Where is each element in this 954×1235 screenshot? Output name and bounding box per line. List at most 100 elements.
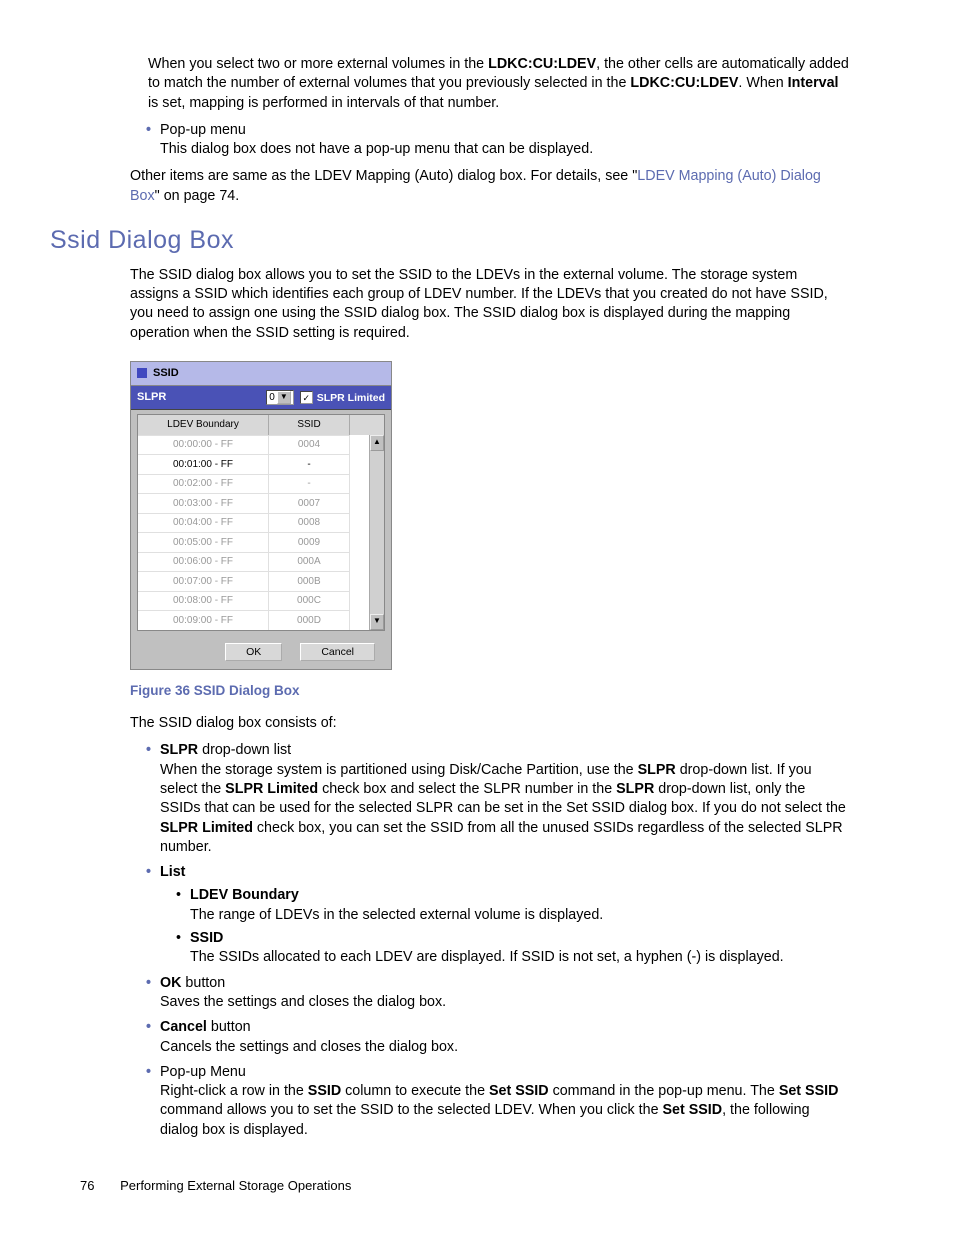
chevron-down-icon: ▼ bbox=[277, 391, 291, 404]
bullet-popup-menu-2: •Pop-up Menu bbox=[146, 1063, 904, 1082]
cell-ssid: 0004 bbox=[269, 435, 350, 455]
figure-caption: Figure 36 SSID Dialog Box bbox=[130, 682, 904, 700]
bold-ldkc: LDKC:CU:LDEV bbox=[488, 56, 596, 72]
col-ssid: SSID bbox=[269, 415, 350, 435]
subbullet-ldev-boundary: •LDEV Boundary bbox=[176, 886, 904, 905]
table-row[interactable]: 00:02:00 - FF- bbox=[138, 474, 384, 494]
text: " on page 74. bbox=[155, 188, 240, 204]
bullet-ok: •OK button bbox=[146, 974, 904, 993]
slpr-limited-label: SLPR Limited bbox=[317, 391, 385, 405]
table-row[interactable]: 00:00:00 - FF0004 bbox=[138, 435, 384, 455]
bullet-dot: • bbox=[146, 1063, 160, 1082]
cell-ssid: 0007 bbox=[269, 493, 350, 513]
cell-ldev: 00:01:00 - FF bbox=[138, 454, 269, 474]
scroll-down-icon[interactable]: ▼ bbox=[370, 614, 384, 630]
bullet-cancel: •Cancel button bbox=[146, 1018, 904, 1037]
ok-button[interactable]: OK bbox=[225, 643, 282, 661]
scroll-up-icon[interactable]: ▲ bbox=[370, 435, 384, 451]
ssid-intro-paragraph: The SSID dialog box allows you to set th… bbox=[130, 266, 849, 343]
bold: SLPR Limited bbox=[225, 781, 318, 797]
chapter-name: Performing External Storage Operations bbox=[120, 1178, 351, 1193]
text: When the storage system is partitioned u… bbox=[160, 762, 638, 778]
bold: Set SSID bbox=[489, 1083, 549, 1099]
text: check box and select the SLPR number in … bbox=[318, 781, 616, 797]
cell-ldev: 00:08:00 - FF bbox=[138, 591, 269, 611]
slpr-dropdown[interactable]: 0▼ bbox=[266, 390, 293, 406]
cancel-button[interactable]: Cancel bbox=[300, 643, 375, 661]
bold: OK bbox=[160, 975, 181, 991]
bold-interval: Interval bbox=[788, 75, 839, 91]
text: command allows you to set the SSID to th… bbox=[160, 1102, 663, 1118]
page-number: 76 bbox=[80, 1178, 94, 1193]
bold: SLPR Limited bbox=[160, 820, 253, 836]
table-row[interactable]: 00:04:00 - FF0008 bbox=[138, 513, 384, 533]
table-wrap: LDEV Boundary SSID 00:00:00 - FF000400:0… bbox=[131, 410, 391, 635]
text: button bbox=[207, 1019, 251, 1035]
title-square-icon bbox=[137, 368, 147, 378]
cell-ldev: 00:04:00 - FF bbox=[138, 513, 269, 533]
bullet-dot: • bbox=[176, 886, 190, 905]
prev-paragraph: When you select two or more external vol… bbox=[148, 55, 849, 113]
popup-body-text: This dialog box does not have a pop-up m… bbox=[160, 140, 849, 159]
cell-ldev: 00:06:00 - FF bbox=[138, 552, 269, 572]
bold: SLPR bbox=[638, 762, 676, 778]
bullet-popup-menu: •Pop-up menu bbox=[146, 121, 904, 140]
bullet-list: •List bbox=[146, 863, 904, 882]
other-items-para: Other items are same as the LDEV Mapping… bbox=[130, 167, 828, 206]
cell-ssid: 0009 bbox=[269, 532, 350, 552]
table-row[interactable]: 00:09:00 - FF000D bbox=[138, 610, 384, 630]
ok-desc: Saves the settings and closes the dialog… bbox=[160, 993, 849, 1012]
table-row[interactable]: 00:07:00 - FF000B bbox=[138, 571, 384, 591]
scrollbar[interactable]: ▲ ▼ bbox=[369, 435, 384, 630]
slpr-value: 0 bbox=[269, 391, 275, 405]
table-row[interactable]: 00:03:00 - FF0007 bbox=[138, 493, 384, 513]
table-header: LDEV Boundary SSID bbox=[138, 415, 384, 435]
bold: Set SSID bbox=[779, 1083, 839, 1099]
cell-ssid: 000D bbox=[269, 610, 350, 630]
cell-ssid: 000B bbox=[269, 571, 350, 591]
table-body: 00:00:00 - FF000400:01:00 - FF-00:02:00 … bbox=[138, 435, 384, 630]
table-row[interactable]: 00:05:00 - FF0009 bbox=[138, 532, 384, 552]
slpr-limited-checkbox[interactable]: ✓ bbox=[300, 391, 313, 404]
table-row[interactable]: 00:01:00 - FF- bbox=[138, 454, 384, 474]
cell-ldev: 00:07:00 - FF bbox=[138, 571, 269, 591]
bullet-dot: • bbox=[146, 863, 160, 882]
bold: Cancel bbox=[160, 1019, 207, 1035]
cell-ssid: 0008 bbox=[269, 513, 350, 533]
bold-ldkc-2: LDKC:CU:LDEV bbox=[630, 75, 738, 91]
subbullet-ssid: •SSID bbox=[176, 929, 904, 948]
slpr-description: When the storage system is partitioned u… bbox=[160, 761, 849, 857]
cell-ldev: 00:02:00 - FF bbox=[138, 474, 269, 494]
dialog-titlebar: SSID bbox=[131, 362, 391, 386]
ssid-dialog-figure: SSID SLPR 0▼ ✓ SLPR Limited LDEV Boundar… bbox=[130, 361, 392, 670]
cell-ldev: 00:05:00 - FF bbox=[138, 532, 269, 552]
text: Other items are same as the LDEV Mapping… bbox=[130, 168, 637, 184]
text: . When bbox=[738, 75, 787, 91]
table-row[interactable]: 00:06:00 - FF000A bbox=[138, 552, 384, 572]
bold: SSID bbox=[308, 1083, 341, 1099]
bullet-dot: • bbox=[146, 1018, 160, 1037]
bold-slpr: SLPR bbox=[160, 742, 198, 758]
section-title: Ssid Dialog Box bbox=[50, 224, 904, 258]
col-ldev-boundary: LDEV Boundary bbox=[138, 415, 269, 435]
cell-ldev: 00:00:00 - FF bbox=[138, 435, 269, 455]
bold: SLPR bbox=[616, 781, 654, 797]
text: drop-down list bbox=[198, 742, 291, 758]
text: is set, mapping is performed in interval… bbox=[148, 95, 499, 111]
cell-ssid: - bbox=[269, 454, 350, 474]
bullet-label: Pop-up menu bbox=[160, 122, 246, 138]
table-row[interactable]: 00:08:00 - FF000C bbox=[138, 591, 384, 611]
text: Pop-up Menu bbox=[160, 1064, 246, 1080]
dialog-title: SSID bbox=[153, 367, 179, 379]
slpr-label: SLPR bbox=[137, 390, 266, 405]
bullet-dot: • bbox=[146, 741, 160, 760]
bold: Set SSID bbox=[663, 1102, 723, 1118]
text: command in the pop-up menu. The bbox=[549, 1083, 779, 1099]
text: check box, you can set the SSID from all… bbox=[160, 820, 843, 855]
ssid-desc: The SSIDs allocated to each LDEV are dis… bbox=[190, 948, 849, 967]
bullet-dot: • bbox=[176, 929, 190, 948]
cell-ldev: 00:03:00 - FF bbox=[138, 493, 269, 513]
ldev-boundary-desc: The range of LDEVs in the selected exter… bbox=[190, 906, 849, 925]
cancel-desc: Cancels the settings and closes the dial… bbox=[160, 1038, 849, 1057]
bold: LDEV Boundary bbox=[190, 887, 299, 903]
